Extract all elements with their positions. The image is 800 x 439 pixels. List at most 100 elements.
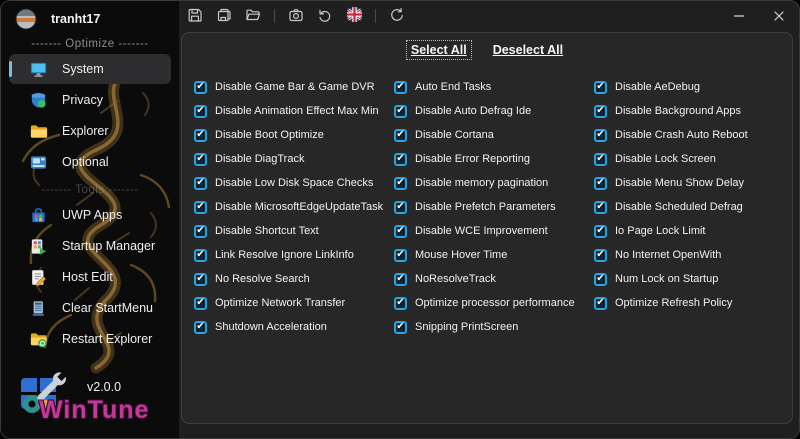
checkbox-checked-icon[interactable]: ✔ [194,224,207,238]
checkbox-checked-icon[interactable]: ✔ [594,296,607,310]
checkbox-checked-icon[interactable]: ✔ [394,320,407,334]
checkbox-checked-icon[interactable]: ✔ [594,104,607,118]
checkbox-checked-icon[interactable]: ✔ [194,104,207,118]
tweak-checkbox-item[interactable]: ✔ Disable AeDebug [594,75,794,99]
tweak-checkbox-item[interactable]: ✔ Disable WCE Improvement [394,219,594,243]
tweak-label: Link Resolve Ignore LinkInfo [215,249,354,261]
tweak-checkbox-item[interactable]: ✔ Shutdown Acceleration [194,315,394,339]
checkbox-checked-icon[interactable]: ✔ [394,128,407,142]
checkbox-checked-icon[interactable]: ✔ [194,80,207,94]
tweak-checkbox-item[interactable]: ✔ Disable Menu Show Delay [594,171,794,195]
tweaks-panel: Select All Deselect All ✔ Disable Game Ba… [181,32,793,424]
tweak-label: Shutdown Acceleration [215,321,327,333]
checkbox-checked-icon[interactable]: ✔ [394,296,407,310]
tweak-checkbox-item[interactable]: ✔ Disable Background Apps [594,99,794,123]
tweak-checkbox-item[interactable]: ✔ Disable Crash Auto Reboot [594,123,794,147]
tweak-checkbox-item[interactable]: ✔ Io Page Lock Limit [594,219,794,243]
sidebar-item-host-edit[interactable]: Host Edit [9,262,171,292]
checkbox-checked-icon[interactable]: ✔ [394,80,407,94]
sidebar-item-uwp-apps[interactable]: UWP Apps [9,200,171,230]
tweak-checkbox-item[interactable]: ✔ Disable memory pagination [394,171,594,195]
tweak-checkbox-item[interactable]: ✔ No Internet OpenWith [594,243,794,267]
sidebar-item-system[interactable]: System [9,54,171,84]
checkbox-checked-icon[interactable]: ✔ [594,224,607,238]
tweak-checkbox-item[interactable]: ✔ Optimize Refresh Policy [594,291,794,315]
tweak-checkbox-item[interactable]: ✔ Disable Boot Optimize [194,123,394,147]
tweak-checkbox-item[interactable]: ✔ Disable Scheduled Defrag [594,195,794,219]
tweak-checkbox-item[interactable]: ✔ NoResolveTrack [394,267,594,291]
deselect-all-button[interactable]: Deselect All [489,41,567,59]
checkbox-checked-icon[interactable]: ✔ [194,272,207,286]
tweak-checkbox-item[interactable]: ✔ Link Resolve Ignore LinkInfo [194,243,394,267]
restart-explorer-icon [29,330,48,349]
toolbar-refresh-button[interactable] [385,4,409,28]
tweak-checkbox-item[interactable]: ✔ Disable DiagTrack [194,147,394,171]
tweak-label: Num Lock on Startup [615,273,719,285]
tweak-label: Disable Auto Defrag Ide [415,105,532,117]
tweak-checkbox-item[interactable]: ✔ Disable Lock Screen [594,147,794,171]
toolbar-save-button[interactable] [183,4,207,28]
toolbar-separator [375,9,376,23]
toolbar-undo-button[interactable] [313,4,337,28]
sidebar-item-startup-manager[interactable]: Startup Manager [9,231,171,261]
checkbox-checked-icon[interactable]: ✔ [594,248,607,262]
tweak-checkbox-item[interactable]: ✔ Disable Error Reporting [394,147,594,171]
checkbox-checked-icon[interactable]: ✔ [394,104,407,118]
checkbox-checked-icon[interactable]: ✔ [394,200,407,214]
tweak-checkbox-item[interactable]: ✔ Disable MicrosoftEdgeUpdateTask [194,195,394,219]
tweak-checkbox-item[interactable]: ✔ Disable Animation Effect Max Min [194,99,394,123]
checkbox-checked-icon[interactable]: ✔ [594,128,607,142]
save-as-icon [216,7,232,26]
select-all-button[interactable]: Select All [405,40,472,60]
user-name: tranht17 [51,12,101,26]
tweak-checkbox-item[interactable]: ✔ No Resolve Search [194,267,394,291]
checkbox-checked-icon[interactable]: ✔ [194,248,207,262]
tweak-checkbox-item[interactable]: ✔ Auto End Tasks [394,75,594,99]
checkbox-checked-icon[interactable]: ✔ [194,176,207,190]
tweak-checkbox-item[interactable]: ✔ Disable Cortana [394,123,594,147]
checkbox-checked-icon[interactable]: ✔ [194,296,207,310]
minimize-button[interactable] [719,1,759,31]
checkbox-checked-icon[interactable]: ✔ [594,272,607,286]
tweak-checkbox-item[interactable]: ✔ Num Lock on Startup [594,267,794,291]
checkbox-checked-icon[interactable]: ✔ [594,80,607,94]
close-button[interactable] [759,1,799,31]
checkbox-checked-icon[interactable]: ✔ [394,248,407,262]
toolbar-screenshot-button[interactable] [284,4,308,28]
sidebar-item-label: UWP Apps [62,208,123,222]
checkbox-checked-icon[interactable]: ✔ [194,152,207,166]
checkbox-checked-icon[interactable]: ✔ [194,128,207,142]
toolbar-language-english-button[interactable] [342,4,366,28]
tweak-label: Disable Scheduled Defrag [615,201,743,213]
tweak-checkbox-item[interactable]: ✔ Optimize processor performance [394,291,594,315]
checkbox-checked-icon[interactable]: ✔ [394,152,407,166]
tweak-checkbox-item[interactable]: ✔ Disable Prefetch Parameters [394,195,594,219]
checkbox-checked-icon[interactable]: ✔ [394,272,407,286]
tweak-label: Disable Background Apps [615,105,741,117]
checkbox-checked-icon[interactable]: ✔ [394,224,407,238]
sidebar-item-optional[interactable]: Optional [9,147,171,177]
checkbox-checked-icon[interactable]: ✔ [194,320,207,334]
sidebar-item-explorer[interactable]: Explorer [9,116,171,146]
tweak-checkbox-item[interactable]: ✔ Disable Shortcut Text [194,219,394,243]
checkbox-checked-icon[interactable]: ✔ [594,152,607,166]
sidebar-item-label: Clear StartMenu [62,301,154,315]
tweak-checkbox-item[interactable]: ✔ Optimize Network Transfer [194,291,394,315]
toolbar-save-as-button[interactable] [212,4,236,28]
tweak-label: Disable Prefetch Parameters [415,201,556,213]
toolbar-open-folder-button[interactable] [241,4,265,28]
sidebar-item-restart-explorer[interactable]: Restart Explorer [9,324,171,354]
tweak-checkbox-item[interactable]: ✔ Snipping PrintScreen [394,315,594,339]
tweak-checkbox-item[interactable]: ✔ Disable Low Disk Space Checks [194,171,394,195]
tweak-checkbox-item[interactable]: ✔ Mouse Hover Time [394,243,594,267]
tweak-checkbox-item[interactable]: ✔ Disable Game Bar & Game DVR [194,75,394,99]
sidebar-item-privacy[interactable]: Privacy [9,85,171,115]
checkbox-checked-icon[interactable]: ✔ [394,176,407,190]
checkbox-checked-icon[interactable]: ✔ [594,200,607,214]
tweak-checkbox-item[interactable]: ✔ Disable Auto Defrag Ide [394,99,594,123]
checkbox-checked-icon[interactable]: ✔ [194,200,207,214]
privacy-icon [29,91,48,110]
language-english-icon [345,6,363,26]
checkbox-checked-icon[interactable]: ✔ [594,176,607,190]
sidebar-item-clear-startmenu[interactable]: Clear StartMenu [9,293,171,323]
